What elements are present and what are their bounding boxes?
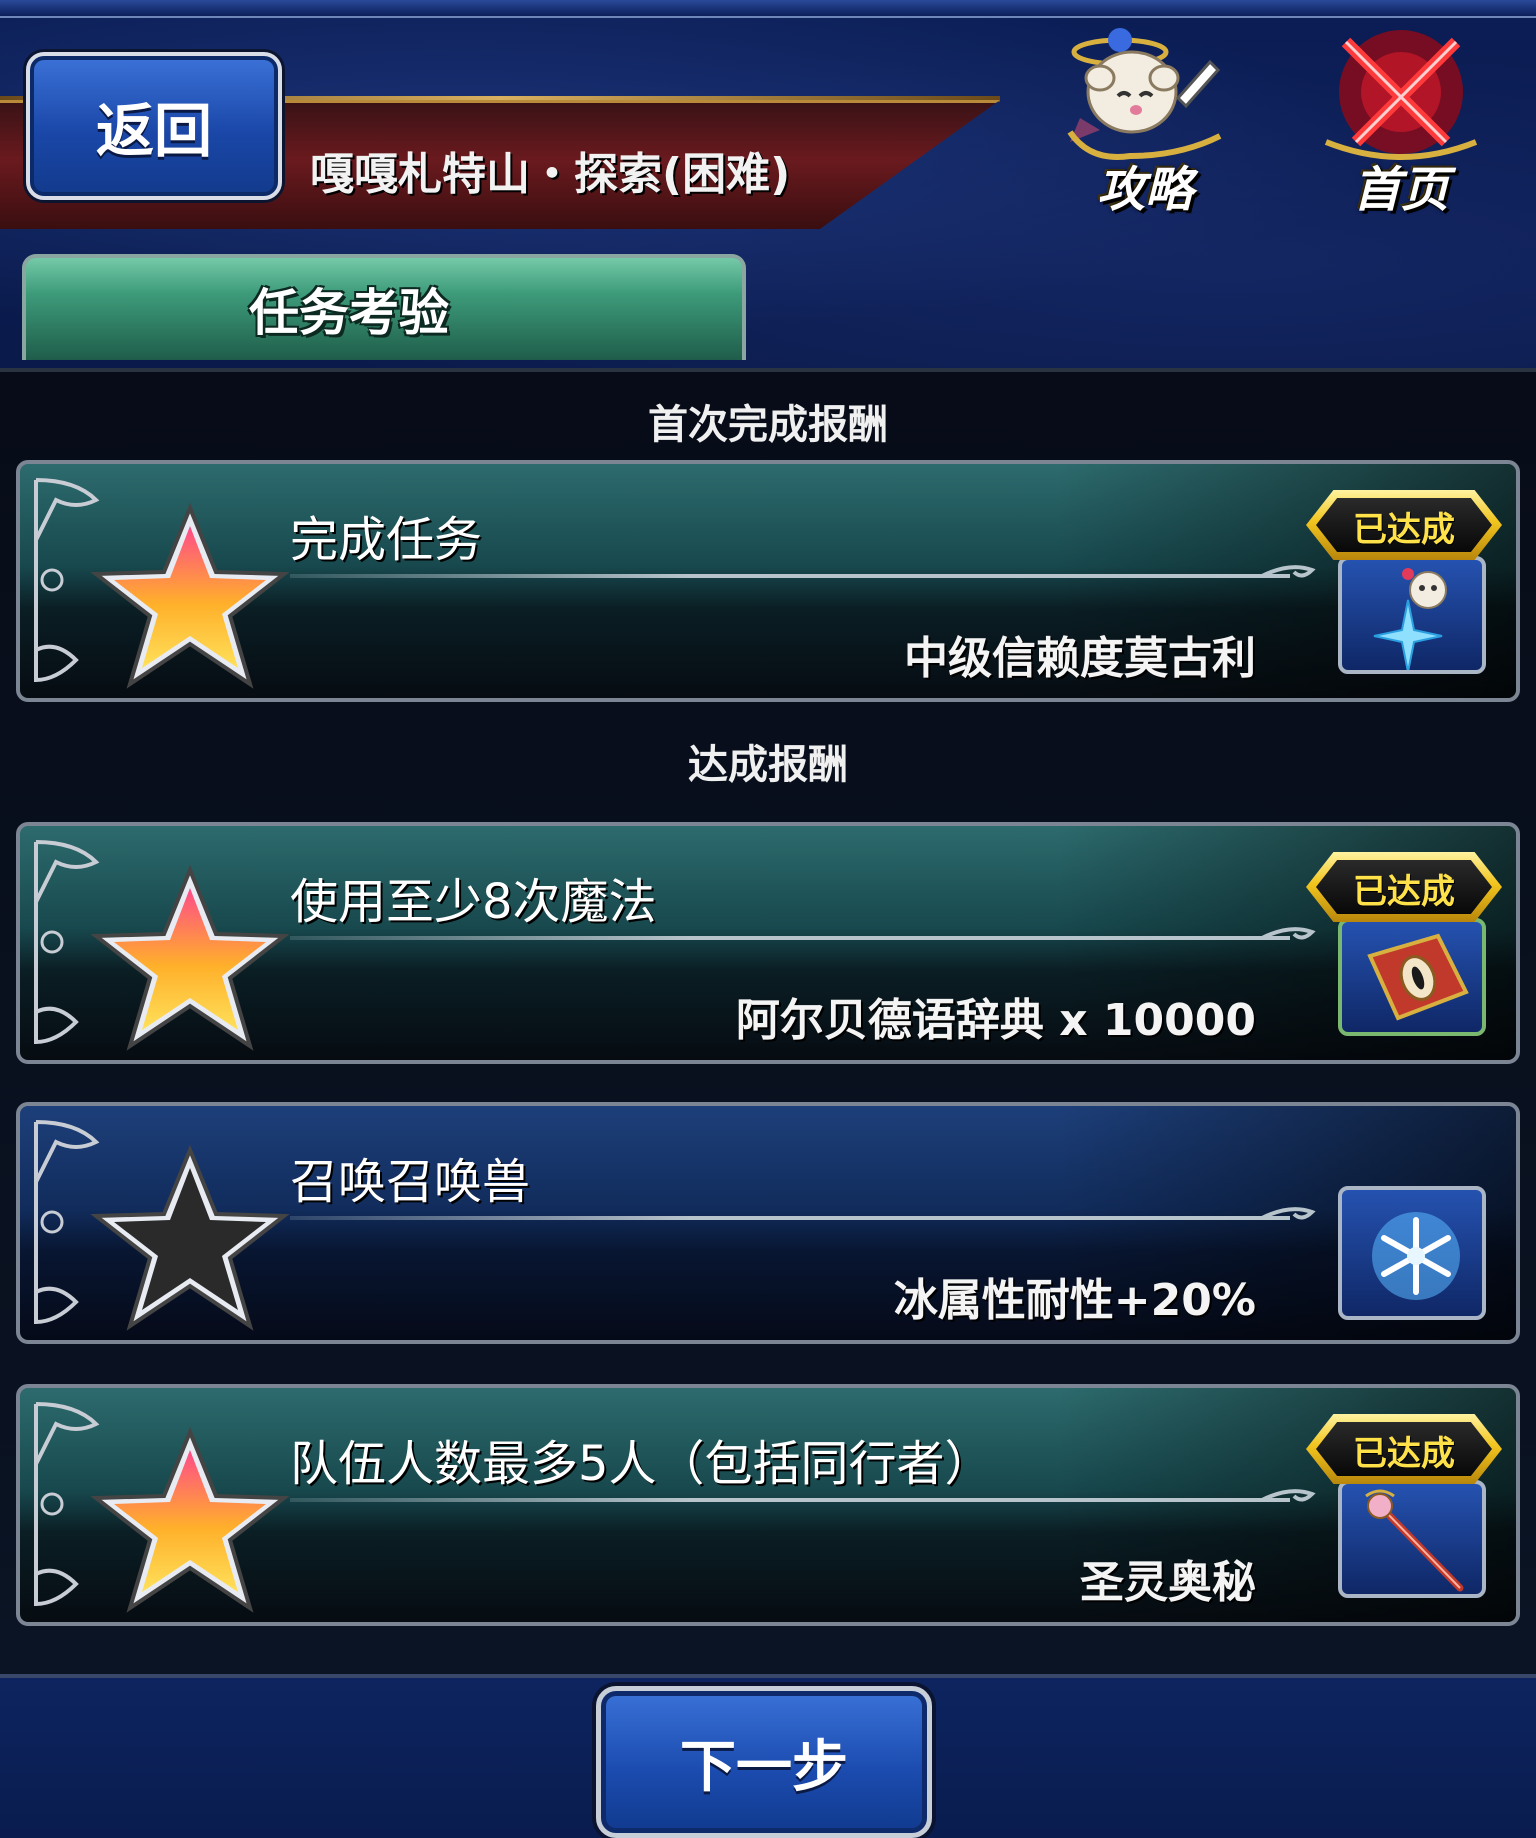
crossed-swords-icon [1324,30,1478,160]
mission-title: 使用至少8次魔法 [290,874,657,930]
mission-title: 召唤召唤兽 [290,1154,531,1210]
star-achieved-icon [90,502,290,689]
achieved-badge-text: 已达成 [1353,1434,1455,1474]
guide-label: 攻略 [1096,162,1193,218]
reward-icon-box[interactable] [1338,1186,1486,1320]
home-button[interactable]: 首页 [1296,22,1506,218]
mission-reward-text: 圣灵奥秘 [1080,1557,1256,1608]
staff-icon [1365,1489,1464,1592]
mission-title: 队伍人数最多5人（包括同行者） [290,1436,993,1492]
divider [290,1216,1290,1220]
moogle-guide-icon [1067,28,1222,160]
snowflake-icon [1372,1212,1460,1300]
mission-row: 召唤召唤兽 冰属性耐性+20% [16,1102,1520,1344]
mission-reward-text: 中级信赖度莫古利 [904,633,1256,684]
divider [290,1498,1290,1502]
achieved-badge: 已达成 [1306,490,1502,560]
moogle-icon [1373,568,1447,670]
book-icon [1367,933,1469,1021]
mission-reward-text: 阿尔贝德语辞典 x 10000 [735,995,1256,1046]
reward-icon-box[interactable] [1338,1480,1486,1598]
achieved-badge: 已达成 [1306,1414,1502,1484]
section-achievement-header: 达成报酬 [688,742,848,788]
home-label: 首页 [1352,162,1449,218]
reward-icon-box[interactable] [1338,556,1486,674]
divider [290,936,1290,940]
mission-results-screen: 嘎嘎札特山・探索(困难) 返回 攻略 首页 任务考验 首次完成报酬 完成任务 中… [0,0,1536,1838]
mission-reward-text: 冰属性耐性+20% [893,1275,1256,1326]
divider-curl-icon [1261,927,1316,940]
mission-row: 队伍人数最多5人（包括同行者） 圣灵奥秘 已达成 [16,1384,1520,1626]
stage-title: 嘎嘎札特山・探索(困难) [310,149,791,200]
star-achieved-icon [90,1426,290,1613]
divider-curl-icon [1261,565,1316,578]
mission-row: 使用至少8次魔法 阿尔贝德语辞典 x 10000 已达成 [16,822,1520,1064]
achieved-badge: 已达成 [1306,852,1502,922]
guide-button[interactable]: 攻略 [1040,22,1250,218]
tab-mission-trials-label: 任务考验 [249,284,449,342]
back-button[interactable]: 返回 [26,52,282,200]
divider [290,574,1290,578]
star-pending-icon [90,1144,290,1331]
section-first-clear-header: 首次完成报酬 [648,402,888,448]
tab-mission-trials[interactable]: 任务考验 [22,254,746,360]
divider-curl-icon [1261,1489,1316,1502]
star-achieved-icon [90,864,290,1051]
next-button[interactable]: 下一步 [596,1686,932,1838]
top-edge [0,0,1536,18]
mission-title: 完成任务 [290,512,483,568]
mission-row: 完成任务 中级信赖度莫古利 已达成 [16,460,1520,702]
achieved-badge-text: 已达成 [1353,872,1455,912]
divider-curl-icon [1261,1207,1316,1220]
reward-icon-box[interactable] [1338,918,1486,1036]
achieved-badge-text: 已达成 [1353,510,1455,550]
